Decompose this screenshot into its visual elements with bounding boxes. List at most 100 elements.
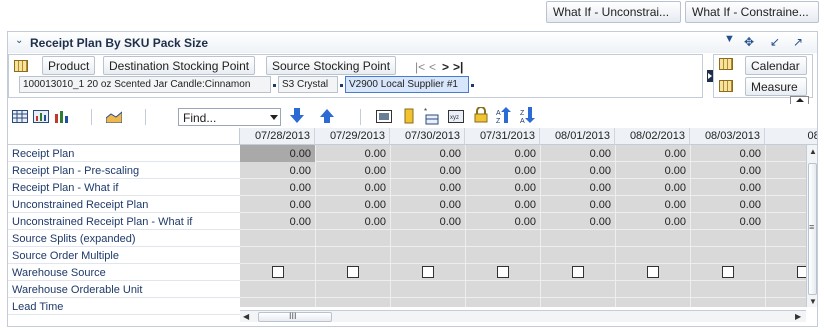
- last-page-icon[interactable]: >|: [453, 60, 463, 74]
- scroll-up-icon[interactable]: ▲: [809, 147, 817, 156]
- row-label[interactable]: Warehouse Orderable Unit: [12, 284, 142, 296]
- measure-tile[interactable]: Measure: [745, 77, 807, 96]
- vertical-scroll-thumb[interactable]: ≡: [808, 163, 817, 295]
- grid-cell[interactable]: 0.00: [390, 179, 465, 196]
- first-page-icon[interactable]: |<: [415, 60, 425, 74]
- find-input[interactable]: Find...: [178, 108, 281, 126]
- grid-cell[interactable]: 0.00: [240, 145, 315, 162]
- grid-cell[interactable]: 0.00: [240, 162, 315, 179]
- grid-cell[interactable]: 0.00: [615, 162, 690, 179]
- find-dropdown-icon[interactable]: [270, 115, 278, 120]
- maximize-icon[interactable]: ↗: [793, 35, 803, 49]
- product-tile[interactable]: Product: [42, 56, 96, 75]
- minimize-icon[interactable]: ↙: [770, 35, 780, 49]
- grid-cell[interactable]: 0.00: [615, 145, 690, 162]
- chevron-down-icon[interactable]: ▼: [724, 33, 735, 45]
- column-header-date[interactable]: 08/04: [765, 128, 817, 145]
- down-arrow-icon[interactable]: [289, 108, 305, 124]
- warehouse-source-checkbox[interactable]: [722, 266, 734, 278]
- grid-cell[interactable]: 0.00: [240, 213, 315, 230]
- column-header-date[interactable]: 07/29/2013: [315, 128, 390, 145]
- warehouse-source-checkbox[interactable]: [422, 266, 434, 278]
- warehouse-source-checkbox[interactable]: [347, 266, 359, 278]
- destination-chip[interactable]: S3 Crystal: [278, 76, 338, 93]
- column-header-date[interactable]: 08/03/2013: [690, 128, 765, 145]
- row-label[interactable]: Warehouse Source: [12, 267, 106, 279]
- grid-cell[interactable]: 0.00: [240, 196, 315, 213]
- row-label[interactable]: Unconstrained Receipt Plan - What if: [12, 216, 192, 228]
- scroll-down-icon[interactable]: ▼: [809, 297, 817, 306]
- grid-cell[interactable]: 0.00: [390, 196, 465, 213]
- vertical-scrollbar[interactable]: ▲ ≡ ▼: [806, 145, 817, 307]
- previous-page-icon[interactable]: <: [429, 60, 436, 74]
- scroll-right-icon[interactable]: ▶: [795, 312, 801, 321]
- grid-cell[interactable]: 0.00: [390, 162, 465, 179]
- highlight-icon[interactable]: [401, 108, 417, 124]
- grid-cell[interactable]: 0.00: [690, 213, 765, 230]
- column-header-date[interactable]: 07/28/2013: [240, 128, 315, 145]
- scroll-left-icon[interactable]: ◀: [243, 312, 249, 321]
- grid-cell[interactable]: 0.00: [615, 213, 690, 230]
- grid-cell[interactable]: 0.00: [315, 179, 390, 196]
- grid-cell[interactable]: 0.00: [540, 162, 615, 179]
- export-icon[interactable]: [376, 110, 392, 123]
- grid-cell[interactable]: 0.00: [465, 213, 540, 230]
- grid-cell[interactable]: 0.00: [315, 162, 390, 179]
- row-label[interactable]: Source Order Multiple: [12, 250, 119, 262]
- row-label[interactable]: Receipt Plan: [12, 148, 74, 160]
- horizontal-scrollbar[interactable]: ◀ III ▶: [240, 310, 806, 322]
- sort-ascending-icon[interactable]: AZ: [496, 107, 512, 124]
- grid-cell[interactable]: 0.00: [465, 145, 540, 162]
- grid-cell[interactable]: 0.00: [315, 213, 390, 230]
- warehouse-source-checkbox[interactable]: [647, 266, 659, 278]
- grid-cell[interactable]: 0.00: [390, 213, 465, 230]
- column-header-date[interactable]: 07/31/2013: [465, 128, 540, 145]
- grid-cell[interactable]: 0.00: [540, 196, 615, 213]
- source-chip[interactable]: V2900 Local Supplier #1: [345, 76, 469, 93]
- warehouse-source-checkbox[interactable]: [497, 266, 509, 278]
- grid-cell[interactable]: 0.00: [690, 145, 765, 162]
- row-label[interactable]: Receipt Plan - What if: [12, 182, 118, 194]
- what-if-unconstrained-button[interactable]: What If - Unconstrai...: [546, 1, 681, 23]
- calculate-icon[interactable]: *: [424, 107, 440, 125]
- row-label[interactable]: Lead Time: [12, 301, 63, 313]
- grid-cell[interactable]: 0.00: [615, 196, 690, 213]
- grid-cell[interactable]: 0.00: [465, 196, 540, 213]
- grid-cell[interactable]: 0.00: [465, 162, 540, 179]
- grid-cell[interactable]: 0.00: [540, 145, 615, 162]
- grid-cell[interactable]: 0.00: [390, 145, 465, 162]
- chart-view-icon[interactable]: [33, 110, 49, 123]
- grid-cell[interactable]: 0.00: [540, 213, 615, 230]
- column-header-date[interactable]: 08/01/2013: [540, 128, 615, 145]
- column-header-date[interactable]: 07/30/2013: [390, 128, 465, 145]
- grid-cell[interactable]: 0.00: [240, 179, 315, 196]
- column-header-date[interactable]: 08/02/2013: [615, 128, 690, 145]
- grid-cell[interactable]: 0.00: [690, 162, 765, 179]
- what-if-constrained-button[interactable]: What If - Constraine...: [685, 1, 819, 23]
- calendar-tile[interactable]: Calendar: [745, 56, 807, 75]
- lock-icon[interactable]: [473, 107, 489, 123]
- grid-cell[interactable]: 0.00: [465, 179, 540, 196]
- horizontal-scroll-thumb[interactable]: III: [258, 311, 332, 322]
- destination-stocking-point-tile[interactable]: Destination Stocking Point: [103, 56, 256, 75]
- grid-cell[interactable]: 0.00: [540, 179, 615, 196]
- up-arrow-icon[interactable]: [319, 108, 335, 124]
- grid-cell[interactable]: 0.00: [690, 179, 765, 196]
- row-label[interactable]: Source Splits (expanded): [12, 233, 136, 245]
- table-view-icon[interactable]: [12, 110, 28, 123]
- row-label[interactable]: Receipt Plan - Pre-scaling: [12, 165, 139, 177]
- xyz-icon[interactable]: xyz: [448, 110, 464, 123]
- grid-cell[interactable]: 0.00: [315, 196, 390, 213]
- area-chart-icon[interactable]: [106, 110, 122, 123]
- source-stocking-point-tile[interactable]: Source Stocking Point: [266, 56, 397, 75]
- bar-chart-icon[interactable]: [54, 110, 70, 123]
- grid-cell[interactable]: 0.00: [615, 179, 690, 196]
- move-icon[interactable]: ✥: [744, 35, 754, 49]
- grid-cell[interactable]: 0.00: [690, 196, 765, 213]
- warehouse-source-checkbox[interactable]: [272, 266, 284, 278]
- collapse-chevron-icon[interactable]: ⌄: [15, 35, 23, 46]
- next-page-icon[interactable]: >: [442, 60, 449, 74]
- grid-cell[interactable]: 0.00: [315, 145, 390, 162]
- sort-descending-icon[interactable]: ZA: [520, 107, 536, 124]
- product-chip[interactable]: 100013010_1 20 oz Scented Jar Candle:Cin…: [19, 76, 271, 93]
